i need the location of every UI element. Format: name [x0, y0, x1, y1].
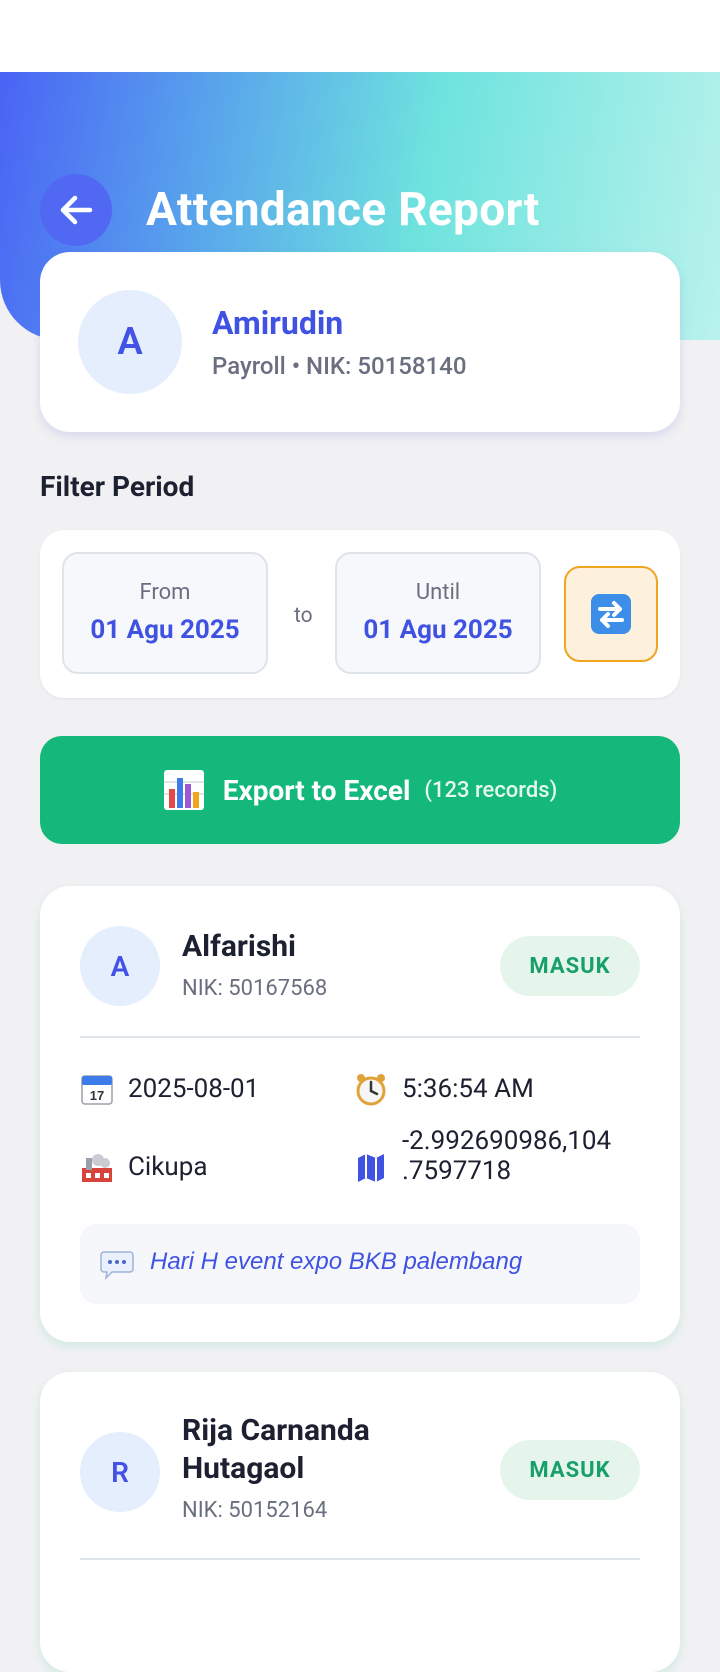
divider [80, 1558, 640, 1560]
calendar-icon: 17 [81, 1075, 113, 1105]
status-badge: MASUK [500, 1440, 640, 1500]
coordinates-line-1: -2.992690986,104 [402, 1126, 612, 1156]
status-bar [0, 0, 720, 72]
export-excel-button[interactable]: Export to Excel (123 records) [40, 736, 680, 844]
record-coordinates: -2.992690986,104 .7597718 [402, 1126, 611, 1186]
employee-name-line-1: Rija Carnanda [182, 1413, 370, 1448]
record-date: 2025-08-01 [128, 1074, 260, 1104]
bar-chart-icon [163, 770, 204, 810]
refresh-button[interactable] [564, 566, 658, 662]
alarm-clock-icon [356, 1074, 386, 1106]
employee-nik: NIK: 50152164 [182, 1498, 328, 1523]
filter-period-label: Filter Period [40, 470, 195, 503]
arrow-left-icon [60, 195, 93, 225]
map-icon [358, 1154, 384, 1182]
avatar: R [80, 1432, 160, 1512]
record-location: Cikupa [128, 1152, 208, 1182]
attendance-card[interactable]: R Rija Carnanda Hutagaol NIK: 50152164 M… [40, 1372, 680, 1672]
attendance-card[interactable]: A Alfarishi NIK: 50167568 MASUK 17 2025-… [40, 886, 680, 1342]
export-record-count: (123 records) [424, 777, 558, 803]
employee-name-line-2: Hutagaol [182, 1451, 305, 1486]
filter-card: From 01 Agu 2025 to Until 01 Agu 2025 [40, 530, 680, 698]
to-label: to [294, 604, 313, 628]
avatar: A [78, 290, 182, 394]
employee-name: Rija Carnanda Hutagaol [182, 1412, 452, 1488]
back-button[interactable] [40, 174, 112, 246]
profile-card: A Amirudin Payroll • NIK: 50158140 [40, 252, 680, 432]
svg-text:17: 17 [90, 1088, 104, 1103]
profile-subtitle: Payroll • NIK: 50158140 [212, 352, 467, 380]
avatar: A [80, 926, 160, 1006]
record-note: Hari H event expo BKB palembang [150, 1248, 523, 1275]
from-label: From [139, 580, 191, 605]
until-label: Until [415, 580, 461, 605]
employee-name: Alfarishi [182, 929, 296, 964]
note-box: Hari H event expo BKB palembang [80, 1224, 640, 1304]
status-badge: MASUK [500, 936, 640, 996]
coordinates-line-2: .7597718 [402, 1156, 512, 1186]
refresh-arrows-icon [591, 594, 631, 634]
from-date-picker[interactable]: From 01 Agu 2025 [62, 552, 268, 674]
profile-name: Amirudin [212, 304, 344, 342]
speech-bubble-icon [100, 1251, 134, 1280]
from-date-value: 01 Agu 2025 [90, 615, 240, 645]
until-date-value: 01 Agu 2025 [363, 615, 513, 645]
until-date-picker[interactable]: Until 01 Agu 2025 [335, 552, 541, 674]
export-label: Export to Excel [222, 773, 411, 807]
record-time: 5:36:54 AM [402, 1074, 534, 1104]
factory-icon [82, 1154, 112, 1182]
divider [80, 1036, 640, 1038]
page-title: Attendance Report [146, 183, 540, 237]
employee-nik: NIK: 50167568 [182, 976, 328, 1001]
